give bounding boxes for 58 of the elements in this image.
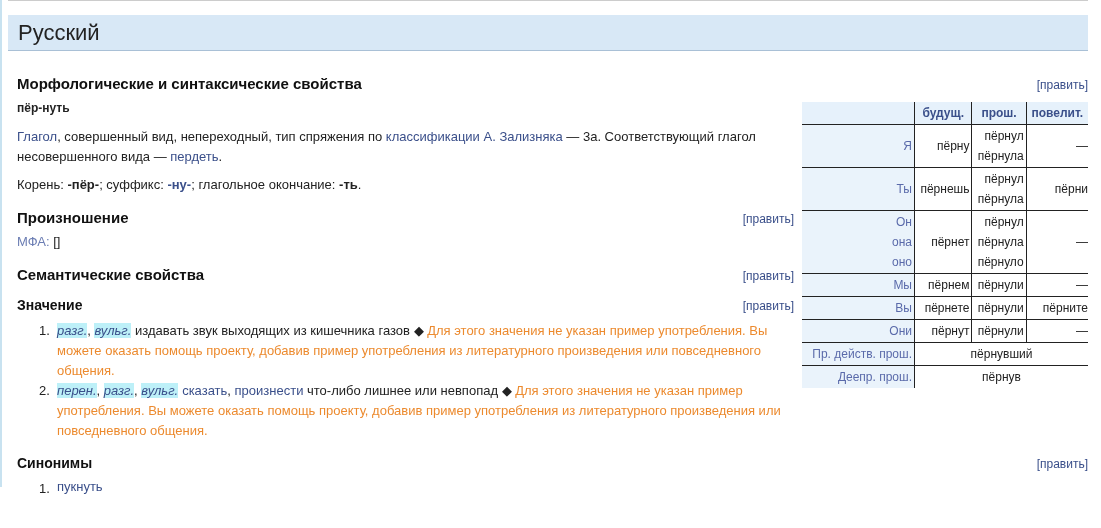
form-label-cell: Деепр. прош. xyxy=(802,365,915,388)
usage-label[interactable]: разг. xyxy=(57,323,88,338)
form-cell: пёрнем xyxy=(914,273,972,297)
form-cell: — xyxy=(1026,319,1088,343)
form-cell: пёрните xyxy=(1026,296,1088,320)
definition: разг., вульг. издавать звук выходящих из кишечника газов ◆ Для этого значения не указан пример употребления. Вы можете оказать помощь проекту, добавив пример употребления из литературного произведения или повседневного общения. xyxy=(57,322,769,380)
person-cell: Он она оно xyxy=(802,210,915,274)
usage-label[interactable]: вульг. xyxy=(94,323,132,338)
form-label-cell: Пр. действ. прош. xyxy=(802,342,915,366)
link[interactable]: пердеть xyxy=(170,149,219,164)
form-cell: пёрнули xyxy=(971,273,1027,297)
form-cell: пёрнет xyxy=(914,210,972,274)
edit-link[interactable]: [править] xyxy=(1036,78,1088,92)
list-number: 1. xyxy=(39,322,51,340)
paragraph: Глагол, совершенный вид, непереходный, тип спряжения по классификации А. Зализняка — 3a. Соответствующий глагол несовершенного вида — пердеть. xyxy=(17,128,757,166)
edit-link[interactable]: [править] xyxy=(742,269,794,283)
person-cell: Мы xyxy=(802,273,915,297)
link[interactable]: произнести xyxy=(234,383,304,398)
section-heading: Морфологические и синтаксические свойства xyxy=(17,75,362,92)
edit-link[interactable]: [править] xyxy=(742,212,794,226)
section-heading: Синонимы xyxy=(17,455,93,471)
form-cell: — xyxy=(1026,210,1088,274)
column-header: будущ. xyxy=(914,102,972,125)
definition: перен., разг., вульг. сказать, произнести что-либо лишнее или невпопад ◆ Для этого значения не указан пример употребления. Вы можете оказать помощь проекту, добавив пример употребления из литературного произведения или повседневного общения. xyxy=(57,382,782,440)
column-header: прош. xyxy=(971,102,1027,125)
person-cell: Вы xyxy=(802,296,915,320)
usage-label[interactable]: вульг. xyxy=(141,383,179,398)
language-header: Русский xyxy=(8,15,1088,51)
person-cell: Я xyxy=(802,124,915,168)
list-number: 2. xyxy=(39,382,51,400)
section-heading: Произношение xyxy=(17,209,129,226)
section-heading: Семантические свойства xyxy=(17,266,205,283)
list-number: 1. xyxy=(39,480,51,498)
form-cell: — xyxy=(1026,124,1088,168)
form-cell: — xyxy=(1026,273,1088,297)
section-heading: Значение xyxy=(17,297,83,313)
person-cell: Они xyxy=(802,319,915,343)
edit-link[interactable]: [править] xyxy=(1036,457,1088,471)
form-cell: пёрни xyxy=(1026,167,1088,211)
ipa-link[interactable]: МФА: xyxy=(17,234,50,249)
usage-label[interactable]: разг. xyxy=(103,383,135,398)
synonym-link[interactable]: пукнуть xyxy=(57,479,103,499)
form-cell: пёрну xyxy=(914,124,972,168)
form-cell: пёрнув xyxy=(914,365,1088,388)
form-cell: пёрнут xyxy=(914,319,972,343)
link[interactable]: классификации А. Зализняка xyxy=(385,129,563,144)
headword: пёр-нуть xyxy=(17,101,71,115)
form-cell: пёрнувший xyxy=(914,342,1088,366)
edit-link[interactable]: [править] xyxy=(742,299,794,313)
ipa-value: [] xyxy=(53,234,61,249)
paragraph: Корень: -пёр-; суффикс: -ну-; глагольное окончание: -ть. xyxy=(17,176,363,194)
form-cell: пёрнешь xyxy=(914,167,972,211)
form-cell: пёрнули xyxy=(971,319,1027,343)
person-cell: Ты xyxy=(802,167,915,211)
form-cell: пёрнете xyxy=(914,296,972,320)
column-header: повелит. xyxy=(1026,102,1088,125)
usage-label[interactable]: перен. xyxy=(57,383,97,398)
form-cell: пёрнули xyxy=(971,296,1027,320)
